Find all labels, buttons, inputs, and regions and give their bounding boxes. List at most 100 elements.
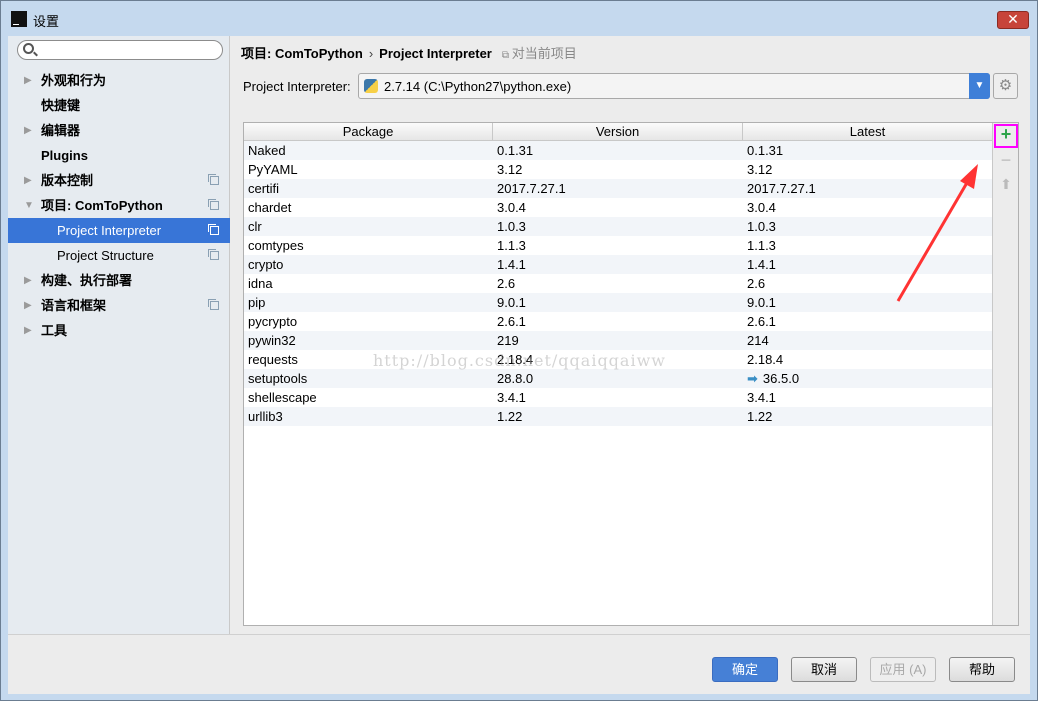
- column-latest[interactable]: Latest: [743, 123, 992, 141]
- sidebar-item-label: 快捷键: [41, 98, 81, 113]
- sidebar-item-label: Project Interpreter: [57, 223, 162, 238]
- project-scope-icon: [208, 174, 219, 185]
- latest-value: 214: [747, 333, 769, 348]
- package-latest: 2017.7.27.1: [747, 179, 816, 198]
- pycharm-logo-icon: [11, 11, 27, 27]
- sidebar-item[interactable]: Plugins: [8, 143, 230, 168]
- table-row[interactable]: shellescape 3.4.1 3.4.1: [244, 388, 992, 407]
- package-version: 28.8.0: [497, 371, 534, 386]
- package-toolbar: + − ⬆: [992, 123, 1018, 625]
- interpreter-select[interactable]: 2.7.14 (C:\Python27\python.exe) ▼: [358, 73, 990, 99]
- sidebar-item-label: 项目: ComToPython: [41, 198, 163, 213]
- package-name: shellescape: [248, 390, 317, 405]
- table-row[interactable]: PyYAML 3.12 3.12: [244, 160, 992, 179]
- project-scope-icon: [208, 299, 219, 310]
- project-scope-icon: [208, 249, 219, 260]
- package-version: 219: [497, 333, 519, 348]
- help-button[interactable]: 帮助: [949, 657, 1015, 682]
- expand-arrow-icon[interactable]: ▶: [24, 293, 32, 318]
- package-version: 2.6: [497, 276, 516, 291]
- table-row[interactable]: clr 1.0.3 1.0.3: [244, 217, 992, 236]
- expand-arrow-icon[interactable]: ▶: [24, 318, 32, 343]
- package-name: chardet: [248, 200, 292, 215]
- table-row[interactable]: comtypes 1.1.3 1.1.3: [244, 236, 992, 255]
- sidebar-item[interactable]: ▶ 语言和框架: [8, 293, 230, 318]
- sidebar-item[interactable]: ▶ 编辑器: [8, 118, 230, 143]
- package-latest: 214: [747, 331, 769, 350]
- latest-value: 0.1.31: [747, 143, 784, 158]
- annotation-arrow-icon: [896, 164, 978, 302]
- expand-arrow-icon[interactable]: ▶: [24, 68, 32, 93]
- package-version: 1.0.3: [497, 219, 526, 234]
- package-version: 3.12: [497, 162, 523, 177]
- table-row[interactable]: crypto 1.4.1 1.4.1: [244, 255, 992, 274]
- interpreter-settings-button[interactable]: ⚙: [993, 73, 1018, 99]
- package-latest: 2.6: [747, 274, 765, 293]
- package-name: certifi: [248, 181, 280, 196]
- table-row[interactable]: pywin32 219 214: [244, 331, 992, 350]
- remove-package-button[interactable]: −: [996, 150, 1016, 170]
- sidebar-item-label: 版本控制: [41, 173, 94, 188]
- sidebar-item[interactable]: ▶ 外观和行为: [8, 68, 230, 93]
- package-name: pywin32: [248, 333, 296, 348]
- package-version: 9.0.1: [497, 295, 526, 310]
- column-package[interactable]: Package: [244, 123, 493, 141]
- latest-value: 2.6.1: [747, 314, 776, 329]
- table-row[interactable]: setuptools 28.8.0 ➡ 36.5.0: [244, 369, 992, 388]
- sidebar-item-label: 编辑器: [41, 123, 81, 138]
- expand-arrow-icon[interactable]: ▶: [24, 168, 32, 193]
- table-row[interactable]: pycrypto 2.6.1 2.6.1: [244, 312, 992, 331]
- expand-arrow-icon[interactable]: ▼: [24, 193, 34, 218]
- search-input[interactable]: [17, 40, 223, 60]
- table-row[interactable]: urllib3 1.22 1.22: [244, 407, 992, 426]
- sidebar-item[interactable]: Project Interpreter: [8, 218, 230, 243]
- sidebar-item[interactable]: ▶ 构建、执行部署: [8, 268, 230, 293]
- sidebar-item-label: 语言和框架: [41, 298, 107, 313]
- table-row[interactable]: requests 2.18.4 2.18.4: [244, 350, 992, 369]
- package-latest: 2.18.4: [747, 350, 783, 369]
- project-scope-icon: [208, 199, 219, 210]
- package-latest: 2.6.1: [747, 312, 776, 331]
- breadcrumb-separator: ›: [368, 46, 374, 61]
- latest-value: 1.1.3: [747, 238, 776, 253]
- ok-button[interactable]: 确定: [712, 657, 778, 682]
- package-latest: 9.0.1: [747, 293, 776, 312]
- table-row[interactable]: idna 2.6 2.6: [244, 274, 992, 293]
- sidebar-item[interactable]: ▶ 版本控制: [8, 168, 230, 193]
- latest-value: 1.22: [747, 409, 773, 424]
- window-title: 设置: [33, 14, 60, 29]
- package-name: pycrypto: [248, 314, 298, 329]
- sidebar-item[interactable]: Project Structure: [8, 243, 230, 268]
- package-name: setuptools: [248, 371, 308, 386]
- scope-label: 对当前项目: [502, 46, 577, 61]
- latest-value: 3.0.4: [747, 200, 776, 215]
- add-package-button[interactable]: +: [994, 124, 1018, 148]
- cancel-button[interactable]: 取消: [791, 657, 857, 682]
- latest-value: 2.18.4: [747, 352, 784, 367]
- interpreter-value: 2.7.14 (C:\Python27\python.exe): [384, 79, 572, 94]
- table-row[interactable]: Naked 0.1.31 0.1.31: [244, 141, 992, 160]
- package-version: 3.4.1: [497, 390, 526, 405]
- sidebar-item[interactable]: ▼ 项目: ComToPython: [8, 193, 230, 218]
- sidebar-item[interactable]: ▶ 工具: [8, 318, 230, 343]
- package-latest: 0.1.31: [747, 141, 783, 160]
- apply-button[interactable]: 应用 (A): [870, 657, 936, 682]
- package-name: crypto: [248, 257, 284, 272]
- chevron-down-icon[interactable]: ▼: [969, 73, 990, 99]
- table-row[interactable]: certifi 2017.7.27.1 2017.7.27.1: [244, 179, 992, 198]
- expand-arrow-icon[interactable]: ▶: [24, 268, 32, 293]
- package-name: idna: [248, 276, 273, 291]
- close-button[interactable]: ✕: [997, 11, 1029, 29]
- table-header: Package Version Latest: [244, 123, 992, 141]
- package-version: 1.4.1: [497, 257, 526, 272]
- expand-arrow-icon[interactable]: ▶: [24, 118, 32, 143]
- table-row[interactable]: chardet 3.0.4 3.0.4: [244, 198, 992, 217]
- sidebar-item[interactable]: 快捷键: [8, 93, 230, 118]
- column-version[interactable]: Version: [493, 123, 743, 141]
- package-version: 3.0.4: [497, 200, 526, 215]
- upgrade-package-button[interactable]: ⬆: [996, 174, 1016, 194]
- breadcrumb: 项目: ComToPython › Project Interpreter 对当前项目: [241, 43, 577, 62]
- package-version: 1.1.3: [497, 238, 526, 253]
- table-row[interactable]: pip 9.0.1 9.0.1: [244, 293, 992, 312]
- package-latest: 1.1.3: [747, 236, 776, 255]
